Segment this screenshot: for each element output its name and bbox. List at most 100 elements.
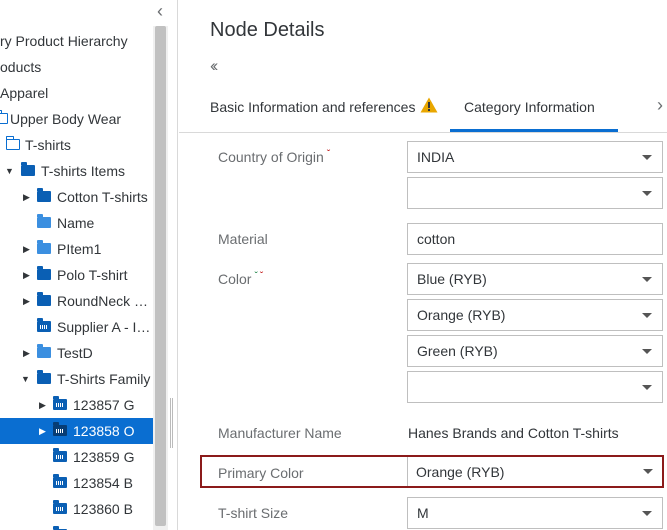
tree-row-label: Upper Body Wear	[10, 111, 122, 127]
folder-icon	[37, 188, 51, 202]
collapsed-arrow-icon[interactable]: ▶	[39, 392, 49, 418]
tree-row-roundneck[interactable]: ▶ RoundNeck …	[0, 288, 153, 314]
chevron-right-icon[interactable]: ›	[657, 95, 663, 116]
caret-down-icon	[642, 155, 652, 160]
tree-row-t-shirts[interactable]: T-shirts	[0, 132, 153, 158]
product-item-icon	[53, 422, 67, 436]
tree-row-pitem1[interactable]: ▶ PItem1	[0, 236, 153, 262]
select-value: M	[417, 505, 429, 521]
collapsed-arrow-icon[interactable]: ▶	[23, 288, 33, 314]
app-root: ‹ ry Product Hierarchy oducts Apparel Up…	[0, 0, 667, 530]
tree-row-cotton-t-shirts[interactable]: ▶ Cotton T-shirts	[0, 184, 153, 210]
product-item-icon	[53, 500, 67, 514]
tree-row-label: T-shirts Items	[41, 163, 126, 179]
select-value: INDIA	[417, 149, 455, 165]
primary-color-highlight	[200, 455, 664, 488]
tree-row-label: ry Product Hierarchy	[0, 33, 128, 49]
field-label-text: Color	[218, 271, 252, 287]
tree-row-label: 123854 B	[73, 475, 133, 491]
collapsed-arrow-icon[interactable]: ▶	[23, 236, 33, 262]
folder-icon	[37, 214, 51, 228]
tree-row-label: 123859 G	[73, 449, 135, 465]
node-details-panel: Node Details ‹‹ Basic Information and re…	[179, 0, 667, 530]
caret-down-icon	[642, 313, 652, 318]
select-value: Green (RYB)	[417, 343, 498, 359]
tshirt-size-label: T-shirt Size	[218, 505, 289, 521]
tree-row-testd[interactable]: ▶ TestD	[0, 340, 153, 366]
folder-icon	[37, 370, 51, 384]
tree-row-label: Apparel	[0, 85, 49, 101]
tree-row-upper-body-wear[interactable]: Upper Body Wear	[0, 106, 153, 132]
field-label-text: Country of Origin	[218, 149, 324, 165]
hierarchy-tree-panel: ‹ ry Product Hierarchy oducts Apparel Up…	[0, 0, 178, 530]
manufacturer-name-value: Hanes Brands and Cotton T-shirts	[408, 425, 619, 441]
tree-row-t-shirts-items[interactable]: ▼ T-shirts Items	[0, 158, 153, 184]
tshirt-size-select[interactable]: M	[407, 497, 663, 529]
product-item-icon	[53, 474, 67, 488]
caret-down-icon	[642, 385, 652, 390]
select-value: Orange (RYB)	[417, 307, 506, 323]
chevron-left-icon[interactable]: ‹	[150, 2, 170, 22]
country-of-origin-select-1[interactable]: INDIA	[407, 141, 663, 173]
tree-row-123859[interactable]: 123859 G	[0, 444, 153, 470]
tree-row-label: T-Shirts Family	[57, 371, 151, 387]
tree-row-label: PItem1	[57, 241, 102, 257]
select-value: Blue (RYB)	[417, 271, 487, 287]
tree-row-product-hierarchy[interactable]: ry Product Hierarchy	[0, 28, 153, 54]
tree-row-label: 123857 G	[73, 397, 135, 413]
caret-down-icon	[642, 191, 652, 196]
tabs-divider	[179, 132, 667, 133]
collapsed-arrow-icon[interactable]: ▶	[23, 262, 33, 288]
tree-row-123858-selected[interactable]: ▶ 123858 O	[0, 418, 153, 444]
double-chevron-left-icon[interactable]: ‹‹	[210, 57, 219, 74]
country-of-origin-select-2[interactable]	[407, 177, 663, 209]
material-input[interactable]: cotton	[407, 223, 663, 255]
collapsed-arrow-icon[interactable]: ▶	[39, 418, 49, 444]
tree-row-label: 123858 O	[73, 423, 135, 439]
tree-row-label: Cotton T-shirts	[57, 189, 148, 205]
material-label: Material	[218, 231, 268, 247]
tree-row-partial[interactable]	[0, 522, 153, 530]
required-chevron-icon: ˇ	[259, 271, 264, 282]
tree-row-label: oducts	[0, 59, 42, 75]
folder-icon	[37, 344, 51, 358]
tree-row-supplier-a[interactable]: Supplier A - I…	[0, 314, 153, 340]
tree-row-name[interactable]: Name	[0, 210, 153, 236]
tree-row-label: TestD	[57, 345, 93, 361]
folder-icon	[37, 266, 51, 280]
color-select-1[interactable]: Blue (RYB)	[407, 263, 663, 295]
collapsed-arrow-icon[interactable]: ▶	[23, 340, 33, 366]
tree-row-label: Polo T-shirt	[57, 267, 128, 283]
expanded-arrow-icon[interactable]: ▼	[5, 158, 15, 184]
pane-resize-handle[interactable]	[170, 398, 173, 448]
tree-row-123854[interactable]: 123854 B	[0, 470, 153, 496]
warning-triangle-icon	[420, 97, 438, 113]
country-of-origin-label: Country of Origin ˇ	[218, 149, 330, 165]
caret-down-icon	[642, 511, 652, 516]
tab-basic-information[interactable]: Basic Information and references	[210, 99, 415, 115]
tree-scrollbar-thumb[interactable]	[155, 26, 166, 526]
manufacturer-name-label: Manufacturer Name	[218, 425, 342, 441]
folder-open-icon	[6, 136, 20, 150]
tree-row-polo-t-shirt[interactable]: ▶ Polo T-shirt	[0, 262, 153, 288]
collapsed-arrow-icon[interactable]: ▶	[23, 184, 33, 210]
tree-row-t-shirts-family[interactable]: ▼ T-Shirts Family	[0, 366, 153, 392]
color-select-3[interactable]: Green (RYB)	[407, 335, 663, 367]
tree-row-products[interactable]: oducts	[0, 54, 153, 80]
tab-category-information[interactable]: Category Information	[464, 99, 595, 115]
green-chevron-icon: ˇ	[254, 271, 258, 282]
tree-row-label: Name	[57, 215, 95, 231]
tree-row-123857[interactable]: ▶ 123857 G	[0, 392, 153, 418]
expanded-arrow-icon[interactable]: ▼	[21, 366, 31, 392]
product-item-icon	[37, 318, 51, 332]
tree-row-label: Supplier A - I…	[57, 319, 151, 335]
tree-row-apparel[interactable]: Apparel	[0, 80, 153, 106]
caret-down-icon	[642, 349, 652, 354]
folder-icon	[21, 162, 35, 176]
tree-row-123860[interactable]: 123860 B	[0, 496, 153, 522]
color-select-4[interactable]	[407, 371, 663, 403]
required-chevron-icon: ˇ	[326, 149, 331, 160]
color-select-2[interactable]: Orange (RYB)	[407, 299, 663, 331]
product-item-icon	[53, 448, 67, 462]
tree-row-label: T-shirts	[25, 137, 71, 153]
